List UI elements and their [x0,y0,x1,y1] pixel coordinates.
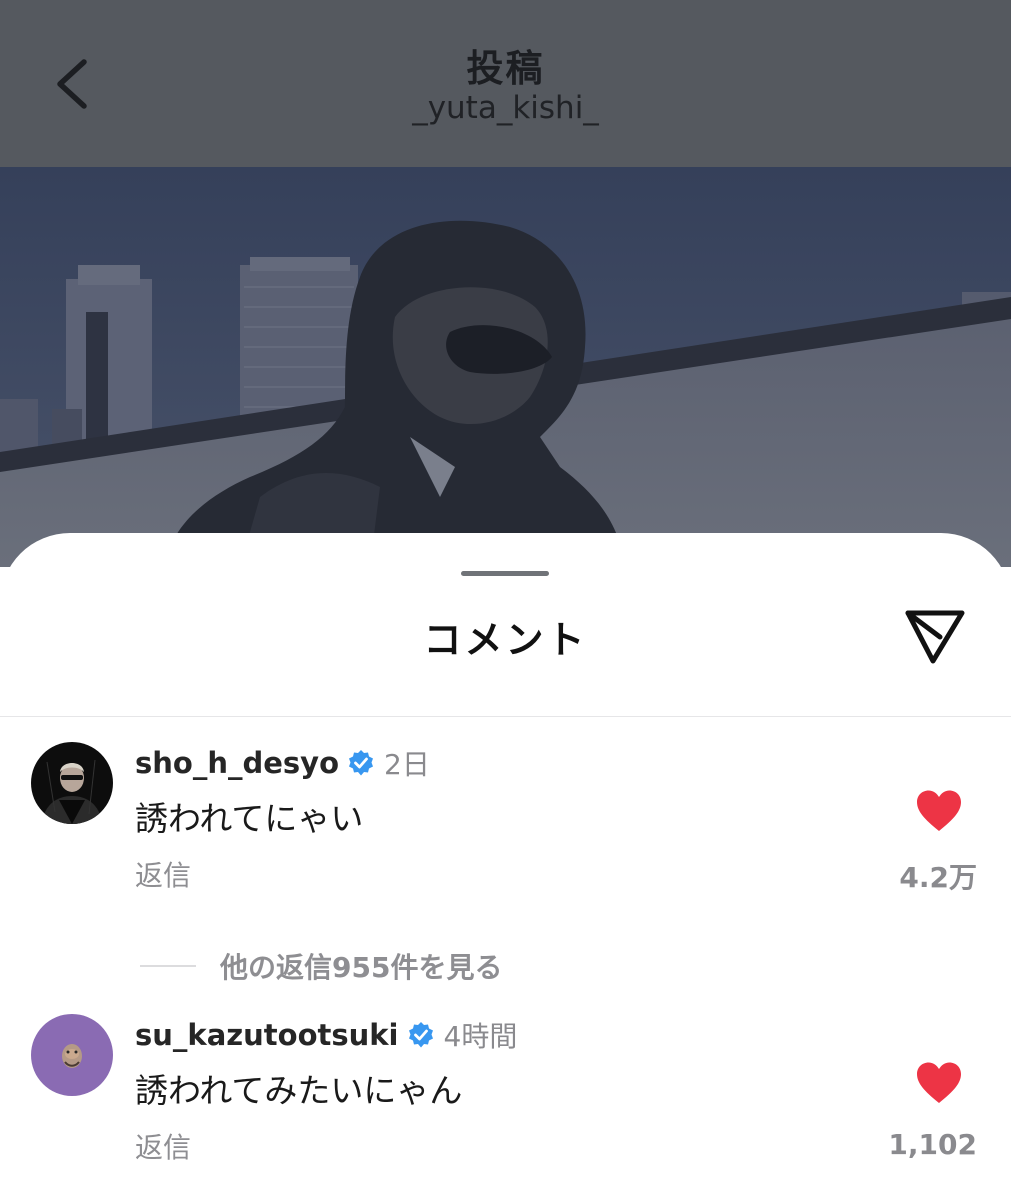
like-button[interactable] [914,788,964,834]
post-comments-screen: 投稿 _yuta_kishi_ コメント sho_h_desyo 2日 誘われて… [0,0,1011,1200]
avatar-image [31,742,113,824]
post-author-username[interactable]: _yuta_kishi_ [0,90,1011,126]
paper-plane-icon [905,610,965,664]
comments-sheet: コメント sho_h_desyo 2日 誘われてにゃい 返信 4.2万 他の返信… [0,533,1011,1200]
view-more-replies-label: 他の返信955件を見る [220,951,503,984]
avatar[interactable] [31,1014,113,1096]
comment-header: sho_h_desyo 2日 [135,746,430,781]
post-image-graphic [0,167,1011,567]
comment-time: 4時間 [443,1020,518,1053]
comments-title: コメント [423,618,588,662]
heart-icon [917,790,961,831]
comment-username[interactable]: sho_h_desyo [135,746,339,780]
avatar-image [31,1014,113,1096]
reply-button[interactable]: 返信 [135,1126,191,1166]
comment-time: 2日 [384,748,430,781]
reply-button[interactable]: 返信 [135,854,191,894]
like-count: 4.2万 [899,861,977,894]
view-more-replies[interactable]: 他の返信955件を見る [140,946,502,986]
page-title: 投稿 [466,47,545,90]
avatar[interactable] [31,742,113,824]
post-header: 投稿 _yuta_kishi_ [0,0,1011,167]
sheet-divider [0,716,1011,717]
comment-text: 誘われてにゃい [135,799,364,838]
verified-badge-icon [347,749,375,777]
comment-text: 誘われてみたいにゃん [135,1071,463,1110]
share-button[interactable] [900,603,970,669]
heart-icon [917,1062,961,1103]
post-image [0,167,1011,567]
sheet-grabber[interactable] [461,571,549,576]
like-button[interactable] [914,1060,964,1106]
verified-badge-icon [407,1021,435,1049]
comment-username[interactable]: su_kazutootsuki [135,1018,399,1052]
like-count: 1,102 [888,1128,977,1161]
comment-header: su_kazutootsuki 4時間 [135,1018,518,1053]
replies-divider-line [140,965,196,967]
